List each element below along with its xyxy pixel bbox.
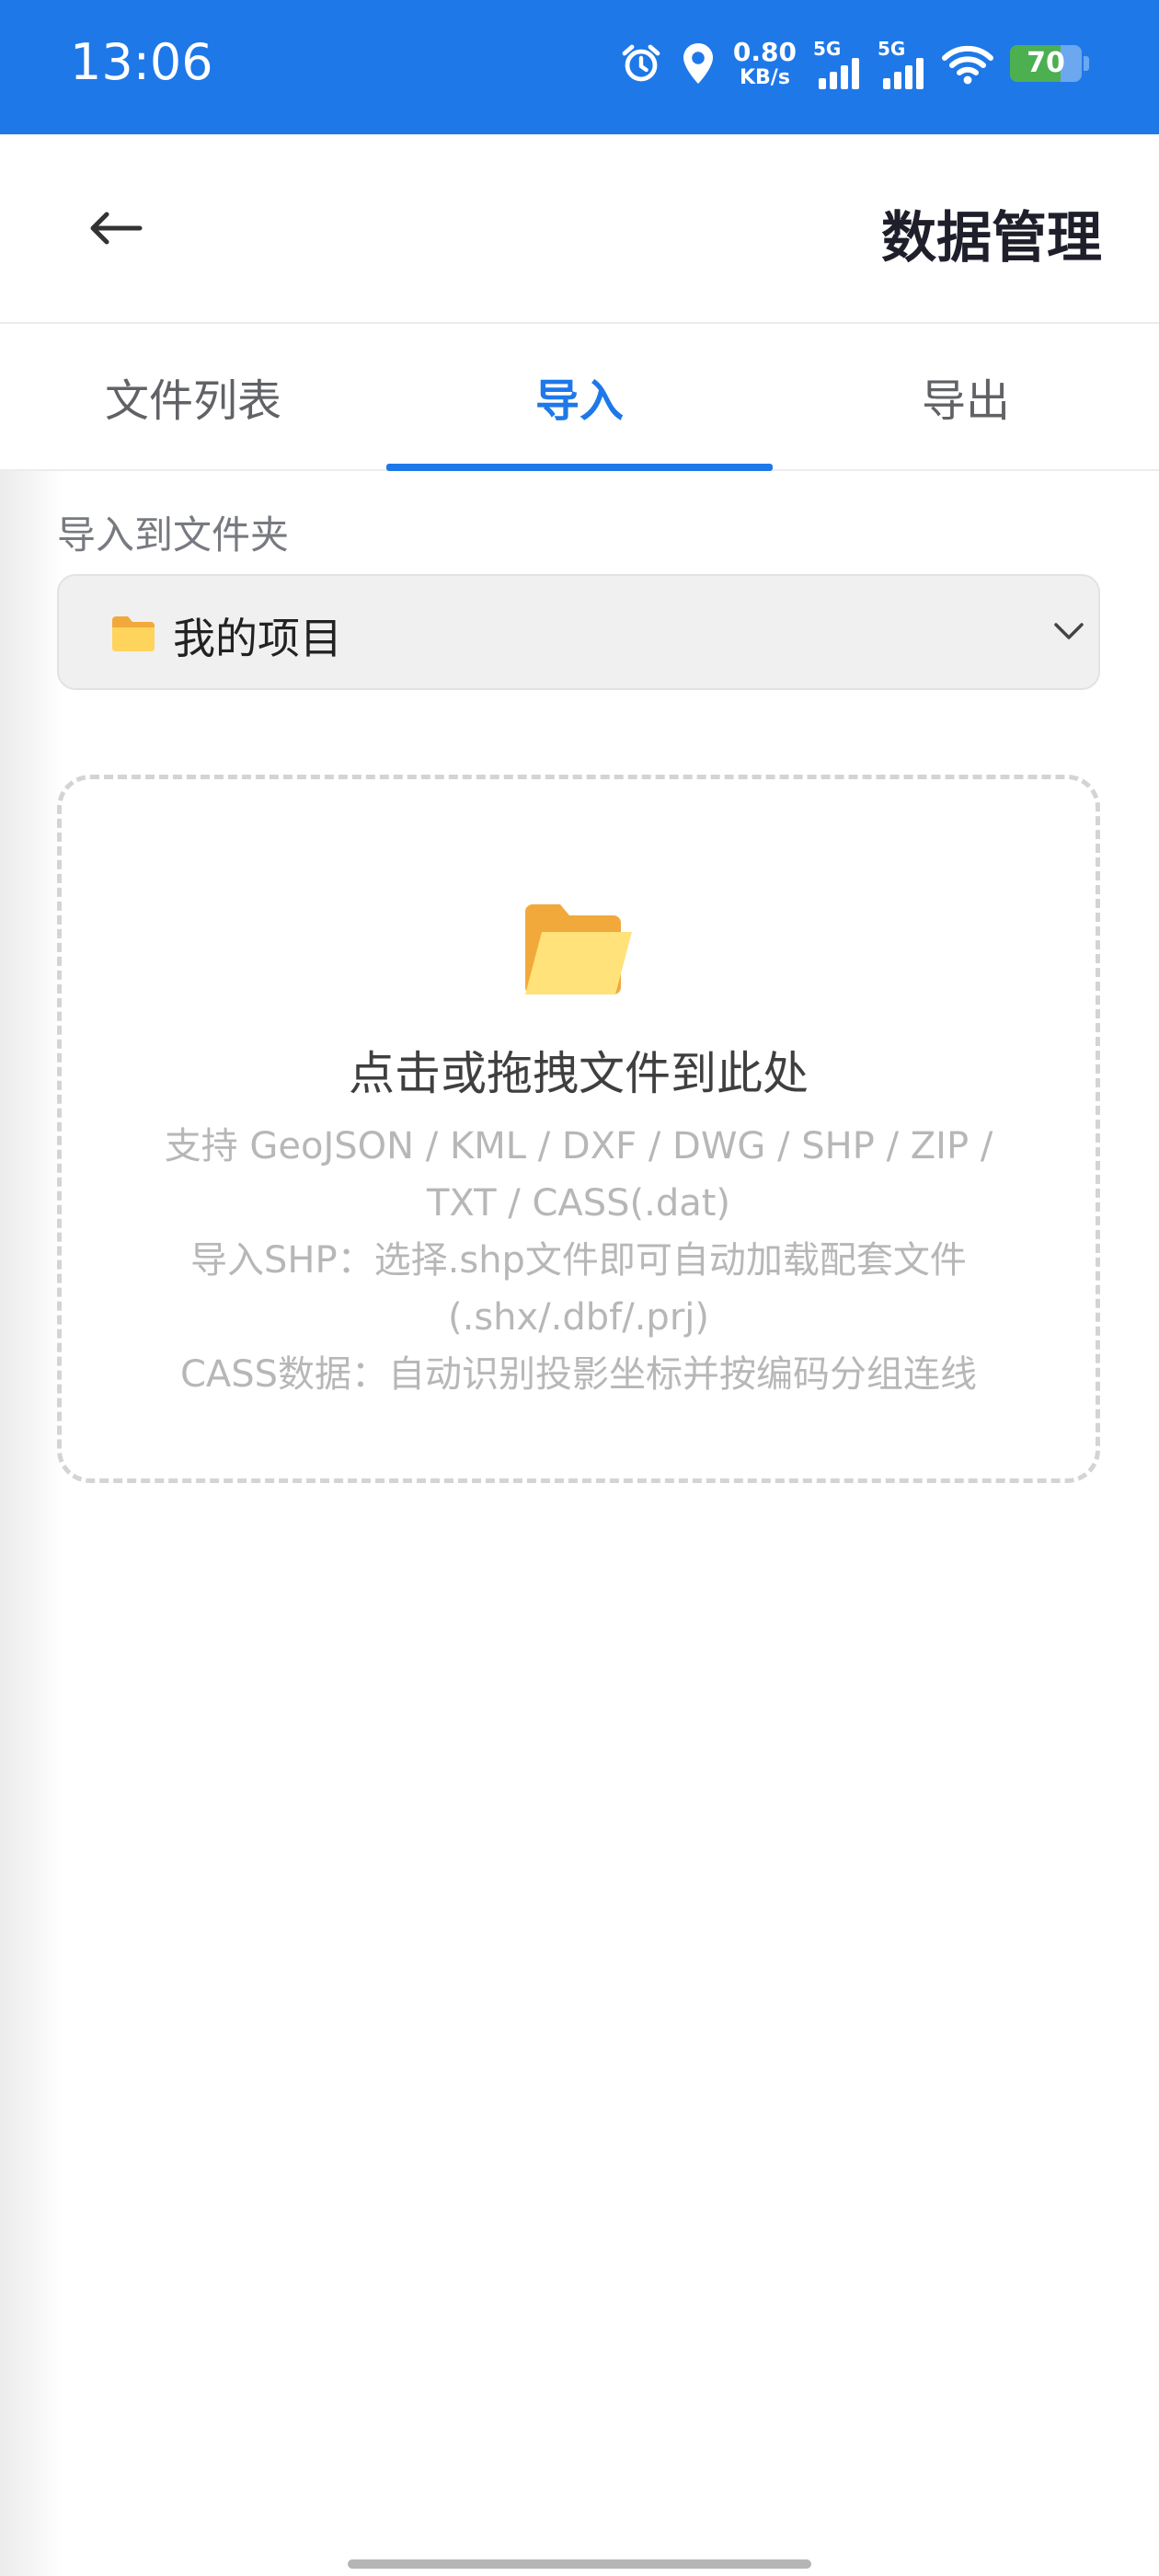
- dropzone-help-line: 支持 GeoJSON / KML / DXF / DWG / SHP / ZIP…: [164, 1125, 993, 1167]
- net-speed-unit: KB/s: [739, 65, 790, 89]
- signal-2-label: 5G: [878, 38, 906, 60]
- dropzone-title: 点击或拖拽文件到此处: [349, 1047, 809, 1100]
- dropzone-help: 支持 GeoJSON / KML / DXF / DWG / SHP / ZIP…: [126, 1118, 1031, 1403]
- signal-icon: [819, 58, 859, 89]
- tab-import[interactable]: 导入: [386, 324, 773, 471]
- dropzone-help-line: TXT / CASS(.dat): [426, 1182, 731, 1225]
- home-indicator[interactable]: [348, 2559, 811, 2569]
- tab-export[interactable]: 导出: [773, 324, 1159, 469]
- battery-indicator: 70: [1010, 45, 1089, 82]
- selected-folder: 我的项目: [173, 614, 342, 663]
- import-target-label: 导入到文件夹: [57, 512, 290, 558]
- tab-bar: 文件列表 导入 导出: [0, 324, 1159, 471]
- file-dropzone[interactable]: 点击或拖拽文件到此处 支持 GeoJSON / KML / DXF / DWG …: [57, 775, 1100, 1483]
- page-title: 数据管理: [881, 206, 1102, 270]
- dropzone-help-line: 导入SHP：选择.shp文件即可自动加载配套文件: [190, 1239, 967, 1282]
- open-folder-icon: [525, 904, 632, 995]
- app-header: 数据管理: [0, 134, 1159, 324]
- dropzone-help-line: (.shx/.dbf/.prj): [448, 1296, 709, 1339]
- folder-select[interactable]: 我的项目: [57, 574, 1100, 690]
- wifi-icon: [942, 45, 993, 85]
- net-speed-value: 0.80: [732, 36, 797, 67]
- signal-1-label: 5G: [813, 38, 842, 60]
- signal-icon: [883, 58, 924, 89]
- edge-shadow: [0, 134, 64, 2576]
- signal-2: 5G: [878, 38, 925, 89]
- alarm-icon: [622, 44, 660, 82]
- net-speed: 0.80 KB/s: [732, 36, 797, 89]
- back-arrow-icon: [90, 212, 143, 245]
- folder-icon: [112, 616, 155, 651]
- status-bar: 13:06 0.80 KB/s 5G 5G 70: [0, 0, 1159, 134]
- status-time: 13:06: [70, 33, 213, 91]
- tab-file-list[interactable]: 文件列表: [0, 324, 386, 469]
- battery-level: 70: [1027, 47, 1065, 79]
- signal-1: 5G: [813, 38, 861, 89]
- status-icons: 0.80 KB/s 5G 5G 70: [619, 33, 1089, 94]
- location-icon: [683, 43, 713, 84]
- battery-cap: [1084, 56, 1089, 71]
- dropzone-help-line: CASS数据：自动识别投影坐标并按编码分组连线: [179, 1353, 978, 1396]
- chevron-down-icon: [1054, 623, 1084, 639]
- back-button[interactable]: [83, 195, 149, 261]
